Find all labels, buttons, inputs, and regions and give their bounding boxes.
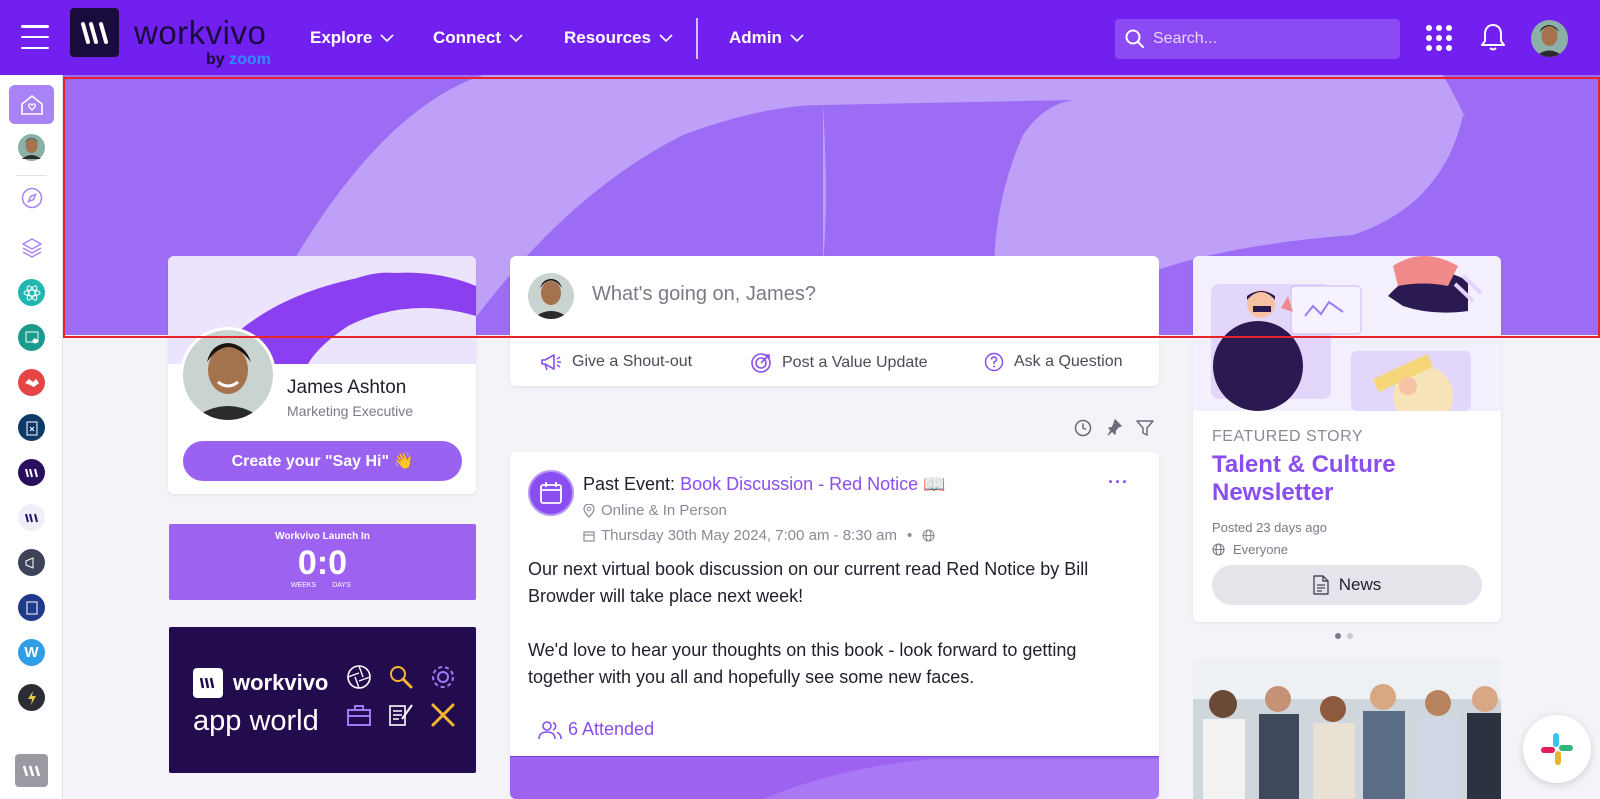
featured-kicker: FEATURED STORY — [1212, 428, 1364, 445]
question-icon — [984, 352, 1004, 372]
pin-icon[interactable] — [1106, 419, 1122, 437]
event-datetime: Thursday 30th May 2024, 7:00 am - 8:30 a… — [583, 527, 935, 544]
chevron-down-icon — [380, 33, 394, 42]
search-box[interactable] — [1115, 19, 1400, 59]
event-post: Past Event: Book Discussion - Red Notice… — [510, 452, 1159, 799]
event-title-link[interactable]: Book Discussion - Red Notice 📖 — [680, 474, 946, 494]
ask-question-button[interactable]: Ask a Question — [984, 352, 1123, 372]
profile-name[interactable]: James Ashton — [287, 377, 406, 399]
globe-icon — [922, 529, 935, 542]
app-world-title: app world — [193, 705, 319, 737]
slack-launcher-icon[interactable] — [1523, 715, 1591, 783]
app-clipboard-icon[interactable] — [18, 414, 45, 441]
attended-count[interactable]: 6 Attended — [538, 719, 654, 740]
composer-input[interactable] — [592, 283, 1132, 306]
left-sidebar: W — [0, 75, 63, 799]
app-w-icon[interactable]: W — [18, 639, 45, 666]
home-icon[interactable] — [9, 85, 54, 124]
calendar-icon — [528, 470, 574, 516]
app-atom-icon[interactable] — [18, 279, 45, 306]
featured-audience: Everyone — [1212, 542, 1288, 557]
profile-role: Marketing Executive — [287, 403, 414, 419]
app-certificate-icon[interactable] — [18, 324, 45, 351]
nav-resources[interactable]: Resources — [564, 28, 673, 48]
brand-name: workvivo — [134, 14, 267, 51]
countdown-title: Workvivo Launch In — [275, 531, 370, 542]
user-avatar[interactable] — [1531, 20, 1568, 57]
sidebar-divider — [16, 175, 47, 176]
globe-icon — [1212, 543, 1225, 556]
app-workvivo-light-icon[interactable] — [18, 504, 45, 531]
app-world-icons — [346, 664, 458, 728]
launch-countdown-widget: Workvivo Launch In 0:0 WEEKS DAYS — [169, 524, 476, 600]
audience-clapping-image[interactable] — [1193, 659, 1501, 799]
apps-grid-icon[interactable] — [1426, 25, 1452, 51]
people-icon — [538, 720, 562, 739]
hamburger-menu-icon[interactable] — [21, 25, 49, 49]
nav-connect[interactable]: Connect — [433, 28, 523, 48]
workvivo-logo-icon — [193, 668, 223, 698]
chevron-down-icon — [659, 33, 673, 42]
compass-icon[interactable] — [18, 184, 45, 211]
location-pin-icon — [583, 503, 595, 518]
profile-card: James Ashton Marketing Executive Create … — [168, 256, 476, 494]
app-handshake-icon[interactable] — [18, 369, 45, 396]
target-icon — [751, 353, 771, 373]
feed-tools — [1074, 419, 1154, 437]
nav-explore[interactable]: Explore — [310, 28, 394, 48]
workvivo-footer-logo-icon[interactable] — [15, 754, 48, 787]
post-body: Our next virtual book discussion on our … — [528, 559, 1089, 687]
featured-story-image — [1193, 256, 1501, 411]
calendar-small-icon — [583, 530, 595, 542]
nav-divider — [696, 18, 698, 59]
event-location: Online & In Person — [583, 502, 727, 519]
more-options-button[interactable]: ··· — [1108, 472, 1129, 493]
post-value-update-button[interactable]: Post a Value Update — [750, 352, 928, 374]
give-shout-out-button[interactable]: Give a Shout-out — [540, 352, 692, 372]
chevron-down-icon — [509, 33, 523, 42]
featured-story-card[interactable]: FEATURED STORY Talent & Culture Newslett… — [1193, 256, 1501, 622]
search-icon — [1125, 29, 1144, 48]
composer-avatar — [528, 273, 574, 319]
nav-admin[interactable]: Admin — [729, 28, 804, 48]
event-cover-image — [510, 756, 1159, 799]
note-pen-icon — [389, 704, 413, 726]
notifications-bell-icon[interactable] — [1479, 22, 1507, 52]
search-input[interactable] — [1153, 30, 1383, 48]
countdown-values: 0:0 — [297, 544, 348, 582]
create-say-hi-button[interactable]: Create your "Say Hi" 👋 — [183, 441, 462, 481]
app-document-icon[interactable] — [18, 594, 45, 621]
featured-story-title[interactable]: Talent & Culture Newsletter — [1212, 451, 1482, 507]
chevron-down-icon — [790, 33, 804, 42]
countdown-labels: WEEKS DAYS — [290, 582, 351, 589]
magnifier-icon — [390, 666, 413, 689]
gear-icon — [432, 666, 454, 688]
filter-icon[interactable] — [1136, 419, 1154, 437]
news-category-button[interactable]: News — [1212, 565, 1482, 605]
layers-icon[interactable] — [18, 234, 45, 261]
brand-byline: by zoom — [206, 51, 271, 68]
post-composer: Give a Shout-out Post a Value Update Ask… — [510, 256, 1159, 386]
post-title: Past Event: Book Discussion - Red Notice… — [583, 474, 946, 494]
top-navigation-bar: workvivo by zoom Explore Connect Resourc… — [0, 0, 1600, 75]
app-lightning-icon[interactable] — [18, 684, 45, 711]
featured-posted-time: Posted 23 days ago — [1212, 520, 1327, 535]
carousel-dots[interactable] — [1335, 633, 1353, 639]
sidebar-profile-avatar[interactable] — [18, 134, 45, 161]
aperture-icon — [347, 665, 371, 689]
workvivo-logo-icon[interactable] — [70, 8, 119, 57]
tools-icon — [431, 703, 455, 727]
app-workvivo-icon[interactable] — [18, 459, 45, 486]
briefcase-icon — [347, 705, 371, 726]
app-world-brand: workvivo — [233, 670, 329, 695]
profile-avatar[interactable] — [180, 327, 276, 423]
megaphone-icon — [541, 354, 561, 371]
app-megaphone-icon[interactable] — [18, 549, 45, 576]
clock-icon[interactable] — [1074, 419, 1092, 437]
app-world-promo[interactable]: workvivo app world — [169, 627, 476, 773]
document-icon — [1313, 575, 1329, 595]
